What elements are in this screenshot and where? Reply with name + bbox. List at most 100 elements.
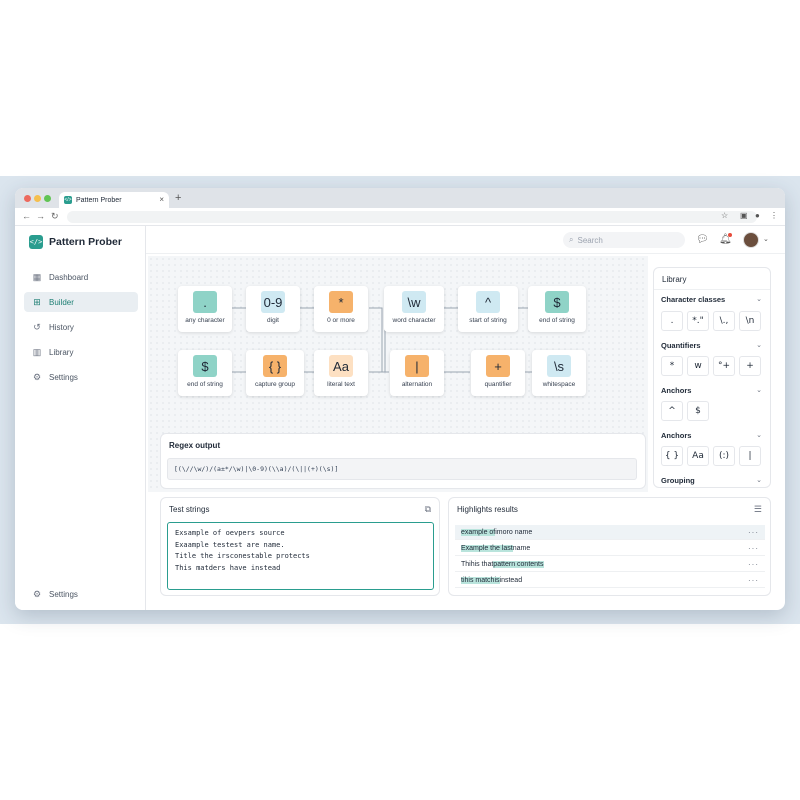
copy-icon[interactable]: ⧉ (425, 504, 431, 515)
regex-output-panel: Regex output [(\//\w/)/(a±*/\w)|\0-9)(\\… (160, 433, 646, 489)
library-chip[interactable]: * (661, 356, 683, 376)
url-field[interactable] (67, 211, 757, 223)
library-chip[interactable]: | (739, 446, 761, 466)
sidebar-item-label: Library (49, 347, 74, 357)
node-literal-text[interactable]: Aa literal text (314, 350, 368, 396)
sidebar-item-history[interactable]: ↺ History (24, 317, 138, 337)
library-chip[interactable]: *." (687, 311, 709, 331)
library-section-title[interactable]: Anchors (661, 386, 691, 395)
node-zero-or-more[interactable]: * 0 or more (314, 286, 368, 332)
library-section-title[interactable]: Character classes (661, 295, 725, 304)
library-chip[interactable]: . (661, 311, 683, 331)
library-section-title[interactable]: Quantifiers (661, 341, 701, 350)
sidebar-item-builder[interactable]: ⊞ Builder (24, 292, 138, 312)
chevron-down-icon[interactable]: ⌄ (756, 386, 762, 394)
sidebar-item-library[interactable]: ▥ Library (24, 342, 138, 362)
avatar[interactable] (743, 232, 759, 248)
node-whitespace[interactable]: \s whitespace (532, 350, 586, 396)
library-chip[interactable]: \., (713, 311, 735, 331)
browser-window: </> Pattern Prober × + ← → ↻ ☆ ▣ ● ⋮ </>… (15, 188, 785, 610)
bookmark-star-icon[interactable]: ☆ (721, 211, 728, 220)
node-label: whitespace (542, 381, 576, 388)
row-text: name (512, 544, 531, 552)
regex-output-field[interactable]: [(\//\w/)/(a±*/\w)|\0-9)(\\a)/(\||(+)(\s… (167, 458, 637, 480)
more-icon[interactable]: ··· (748, 544, 759, 553)
reload-icon[interactable]: ↻ (51, 211, 59, 222)
node-symbol: * (329, 291, 353, 313)
chevron-down-icon[interactable]: ⌄ (756, 476, 762, 484)
chevron-down-icon[interactable]: ⌄ (756, 431, 762, 439)
library-chip[interactable]: °+ (713, 356, 735, 376)
test-strings-input[interactable]: Exsample of oevpers source Exaample test… (167, 522, 434, 590)
node-end-of-string[interactable]: $ end of string (178, 350, 232, 396)
forward-icon[interactable]: → (36, 211, 45, 221)
close-window-icon[interactable] (24, 195, 31, 202)
highlight-row[interactable]: tihis matchis instead ··· (455, 573, 765, 588)
node-symbol: | (405, 355, 429, 377)
chevron-down-icon[interactable]: ⌄ (756, 295, 762, 303)
back-icon[interactable]: ← (22, 211, 31, 221)
library-section-title[interactable]: Grouping (661, 476, 695, 485)
sidebar-item-label: History (49, 322, 74, 332)
chevron-down-icon[interactable]: ⌄ (756, 341, 762, 349)
sidebar-footer-settings[interactable]: ⚙ Settings (24, 584, 138, 604)
more-icon[interactable]: ··· (748, 528, 759, 537)
node-digit[interactable]: 0-9 digit (246, 286, 300, 332)
builder-canvas[interactable]: . any character 0-9 digit * 0 or more \w… (148, 256, 648, 492)
gear-icon: ⚙ (32, 588, 42, 599)
library-chip[interactable]: \n (739, 311, 761, 331)
node-start-of-string[interactable]: ^ start of string (458, 286, 518, 332)
sidebar-item-label: Dashboard (49, 272, 89, 282)
sidebar-item-dashboard[interactable]: ▦ Dashboard (24, 267, 138, 287)
highlight-row[interactable]: Example the last name ··· (455, 541, 765, 556)
more-icon[interactable]: ··· (748, 560, 759, 569)
node-label: any character (185, 317, 225, 324)
library-chip[interactable]: w (687, 356, 709, 376)
chevron-down-icon[interactable]: ⌄ (763, 235, 769, 243)
library-chip[interactable]: (:) (713, 446, 735, 466)
nodes-icon: ⊞ (33, 296, 41, 307)
browser-tab[interactable]: </> Pattern Prober × (59, 192, 169, 208)
browser-menu-icon[interactable]: ⋮ (770, 211, 778, 220)
brand[interactable]: </> Pattern Prober (29, 235, 122, 249)
highlight-row[interactable]: example of imoro name ··· (455, 525, 765, 540)
sidebar-item-label: Settings (49, 372, 78, 382)
node-label: quantifier (484, 381, 512, 388)
library-chip[interactable]: $ (687, 401, 709, 421)
node-capture-group[interactable]: { } capture group (246, 350, 304, 396)
test-string-line: Exaample testest are name. (175, 540, 285, 549)
sidepanel-icon[interactable]: ▣ (740, 211, 748, 220)
more-icon[interactable]: ··· (748, 576, 759, 585)
node-symbol: 0-9 (261, 291, 285, 313)
close-tab-icon[interactable]: × (159, 195, 164, 204)
maximize-window-icon[interactable] (44, 195, 51, 202)
sidebar: </> Pattern Prober ▦ Dashboard ⊞ Builder… (15, 226, 146, 610)
library-chip[interactable]: { } (661, 446, 683, 466)
highlight-row[interactable]: Thihis that pattern contents ··· (455, 557, 765, 572)
node-label: 0 or more (327, 317, 355, 324)
library-chip[interactable]: ^ (661, 401, 683, 421)
new-tab-icon[interactable]: + (175, 192, 181, 204)
library-icon: ▥ (32, 346, 42, 357)
match-highlight: tihis matchis (461, 576, 500, 584)
list-icon[interactable]: ☰ (754, 504, 762, 515)
profile-icon[interactable]: ● (755, 211, 760, 220)
library-chip[interactable]: + (739, 356, 761, 376)
node-end-of-string[interactable]: $ end of string (528, 286, 586, 332)
node-quantifier[interactable]: + quantifier (471, 350, 525, 396)
node-alternation[interactable]: | alternation (390, 350, 444, 396)
sidebar-item-settings[interactable]: ⚙ Settings (24, 367, 138, 387)
node-label: alternation (401, 381, 433, 388)
browser-tab-title: Pattern Prober (76, 196, 122, 204)
app-name: Pattern Prober (49, 236, 122, 248)
chat-icon[interactable]: 💬︎ (696, 234, 709, 245)
library-chip[interactable]: Aa (687, 446, 709, 466)
search-input[interactable]: ⌕ Search (563, 232, 685, 248)
favicon-icon: </> (64, 196, 72, 204)
panel-title: Test strings (169, 505, 210, 514)
library-section-title[interactable]: Anchors (661, 431, 691, 440)
search-placeholder: Search (577, 235, 603, 245)
node-any-character[interactable]: . any character (178, 286, 232, 332)
minimize-window-icon[interactable] (34, 195, 41, 202)
node-word-character[interactable]: \w word character (384, 286, 444, 332)
